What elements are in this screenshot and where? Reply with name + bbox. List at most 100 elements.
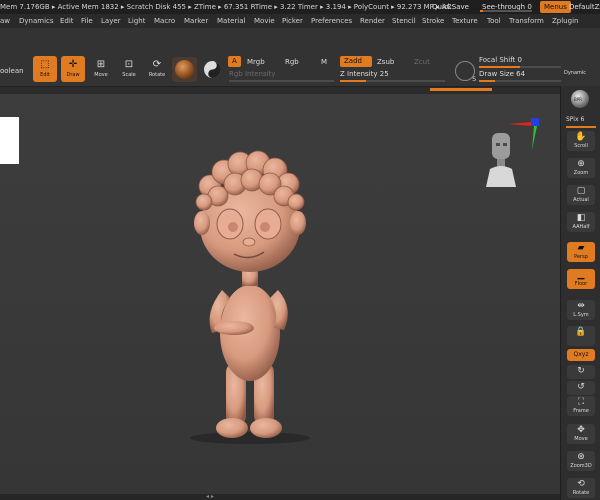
zadd-toggle[interactable]: Zadd [340, 56, 372, 67]
axis-gizmo-icon [508, 118, 539, 150]
edit-label: Edit [40, 72, 50, 78]
persp-button[interactable]: ▰ Persp [567, 242, 595, 262]
frame-label: Frame [573, 408, 589, 414]
menu-item-dynamics[interactable]: Dynamics [19, 14, 54, 28]
menu-item-light[interactable]: Light [128, 14, 145, 28]
menu-item-macro[interactable]: Macro [154, 14, 175, 28]
draw-size-value: 64 [516, 70, 526, 78]
rotate-axis2-button[interactable]: ↺ [567, 381, 595, 395]
menu-item-movie[interactable]: Movie [254, 14, 275, 28]
floor-button[interactable]: ▁ Floor [567, 269, 595, 289]
menu-item-file[interactable]: File [81, 14, 93, 28]
menu-item-marker[interactable]: Marker [184, 14, 208, 28]
menu-item-tool[interactable]: Tool [487, 14, 501, 28]
focal-shift-slider[interactable]: Focal Shift 0 [479, 56, 561, 68]
lsym-button[interactable]: ⇹ L.Sym [567, 300, 595, 320]
m-toggle[interactable]: M [321, 57, 327, 68]
move-button[interactable]: ⊞ Move [89, 56, 113, 82]
mrgb-toggle[interactable]: Mrgb [247, 57, 265, 68]
edit-button[interactable]: ⬚ Edit [33, 56, 57, 82]
lock-button[interactable]: 🔒 [567, 326, 595, 346]
aahalf-button[interactable]: ◧ AAHalf [567, 212, 595, 232]
s-label: S [472, 76, 476, 83]
menu-item-stencil[interactable]: Stencil [392, 14, 416, 28]
scroll-label: Scroll [574, 143, 588, 149]
draw-button[interactable]: ✛ Draw [61, 56, 85, 82]
persp-icon: ▰ [577, 243, 585, 253]
focal-shift-label: Focal Shift [479, 56, 516, 64]
rotate-button[interactable]: ⟳ Rotate [145, 56, 169, 82]
move-view-label: Move [574, 436, 588, 442]
color-picker-button[interactable] [204, 61, 221, 78]
scroll-button[interactable]: ✋ Scroll [567, 131, 595, 151]
dynamic-toggle[interactable]: Dynamic [564, 68, 586, 79]
zsub-toggle[interactable]: Zsub [377, 57, 394, 68]
focal-shift-fill [479, 66, 520, 68]
menu-item-transform[interactable]: Transform [509, 14, 544, 28]
rotate-view-button[interactable]: ⟲ Rotate [567, 478, 595, 498]
menu-item-preferences[interactable]: Preferences [311, 14, 352, 28]
scale-button[interactable]: ⊡ Scale [117, 56, 141, 82]
zoom-button[interactable]: ⊕ Zoom [567, 158, 595, 178]
actual-button[interactable]: ▢ Actual [567, 185, 595, 205]
spix-label: SPix [566, 116, 579, 123]
lsym-label: L.Sym [573, 312, 589, 318]
qxyz-label: Qxyz [573, 351, 589, 358]
default-script-button[interactable]: DefaultZS [569, 0, 600, 14]
sculpt-model[interactable] [180, 138, 320, 448]
boolean-button[interactable]: oolean [0, 66, 24, 77]
aahalf-icon: ◧ [576, 213, 586, 223]
hand-icon: ✋ [575, 132, 587, 142]
bottom-tray: ◂ ▸ [0, 494, 560, 500]
aahalf-label: AAHalf [572, 224, 590, 230]
menu-item-edit[interactable]: Edit [60, 14, 74, 28]
see-through-slider[interactable]: See-through 0 [478, 1, 534, 13]
draw-size-fill [479, 80, 496, 82]
spix-slider[interactable]: SPix 6 [566, 116, 596, 128]
tray-arrows-icon[interactable]: ◂ ▸ [206, 494, 214, 500]
rotate-icon: ⟳ [152, 59, 162, 70]
menu-item-stroke[interactable]: Stroke [422, 14, 444, 28]
menu-item-picker[interactable]: Picker [282, 14, 303, 28]
scale-label: Scale [122, 72, 136, 78]
move-view-icon: ✥ [577, 425, 585, 435]
zoom3d-button[interactable]: ⊛ Zoom3D [567, 451, 595, 471]
frame-icon: ⛶ [577, 397, 585, 407]
z-intensity-value: 25 [379, 70, 389, 78]
axis-gizmo[interactable] [506, 116, 540, 152]
z-intensity-slider[interactable]: Z Intensity 25 [340, 70, 445, 82]
menu-item-zplugin[interactable]: Zplugin [552, 14, 578, 28]
qxyz-button[interactable]: Qxyz [567, 349, 595, 361]
rgb-toggle[interactable]: Rgb [285, 57, 299, 68]
material-button[interactable] [172, 57, 197, 82]
menu-item-layer[interactable]: Layer [101, 14, 121, 28]
memory-stats: Mem 7.176GB ▸ Active Mem 1832 ▸ Scratch … [0, 3, 452, 11]
material-sphere-icon [175, 60, 194, 79]
draw-size-slider[interactable]: Draw Size 64 [479, 70, 561, 82]
rotate-axis-button[interactable]: ↻ [567, 365, 595, 379]
frame-button[interactable]: ⛶ Frame [567, 396, 595, 416]
menu-item-aw[interactable]: aw [0, 14, 10, 28]
stroke-s-button[interactable]: S [455, 61, 476, 83]
menu-item-texture[interactable]: Texture [452, 14, 478, 28]
bpr-button[interactable]: BPR [566, 89, 594, 113]
zcut-toggle[interactable]: Zcut [414, 57, 430, 68]
scale-icon: ⊡ [124, 59, 134, 70]
move-icon: ⊞ [96, 59, 106, 70]
lock-icon: 🔒 [575, 327, 587, 337]
a-toggle[interactable]: A [228, 56, 241, 67]
progress-indicator [430, 88, 492, 91]
actual-icon: ▢ [576, 186, 586, 196]
menu-item-material[interactable]: Material [217, 14, 245, 28]
quicksave-button[interactable]: QuickSave [432, 0, 469, 14]
floor-icon: ▁ [577, 270, 585, 280]
move-view-button[interactable]: ✥ Move [567, 424, 595, 444]
z-intensity-label: Z Intensity [340, 70, 378, 78]
draw-label: Draw [66, 72, 80, 78]
menus-button[interactable]: Menus [540, 1, 571, 13]
rgb-intensity-slider[interactable]: Rgb Intensity [229, 70, 334, 82]
menu-item-render[interactable]: Render [360, 14, 385, 28]
zoom-label: Zoom [573, 170, 589, 176]
actual-label: Actual [573, 197, 589, 203]
zoom3d-icon: ⊛ [577, 452, 585, 462]
